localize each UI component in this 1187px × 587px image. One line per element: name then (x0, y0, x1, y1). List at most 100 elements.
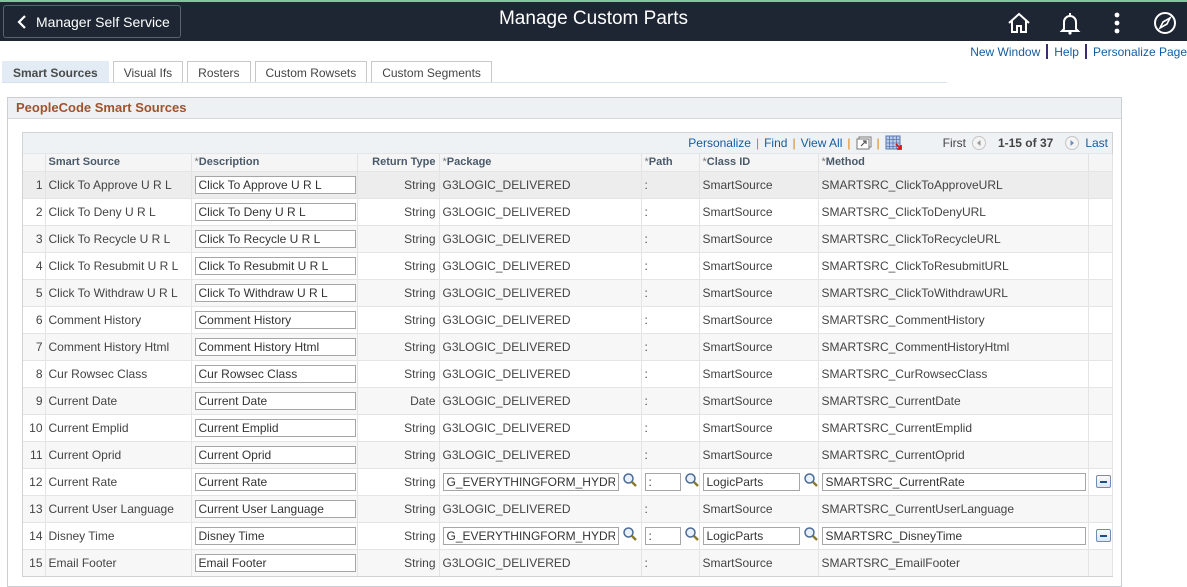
actions-menu-icon[interactable] (1104, 10, 1130, 36)
table-row[interactable]: 10Current Emplid StringG3LOGIC_DELIVERED:… (23, 413, 1113, 441)
description-input[interactable] (194, 553, 356, 572)
row-number: 6 (23, 305, 46, 333)
table-row[interactable]: 14Disney Time String (23, 521, 1113, 549)
method-cell: SMARTSRC_CommentHistory (818, 305, 1089, 333)
magnifying-glass-icon[interactable] (684, 526, 700, 542)
path-input[interactable] (644, 526, 681, 545)
first-page-label[interactable]: First (943, 136, 966, 150)
description-input[interactable] (194, 337, 356, 356)
smart-source-cell: Current Oprid (45, 440, 192, 468)
description-input[interactable] (194, 526, 356, 545)
separator: | (847, 136, 851, 150)
table-row[interactable]: 11Current OpridStringG3LOGIC_DELIVERED:S… (23, 440, 1113, 468)
table-row[interactable]: 6Comment History StringG3LOGIC_DELIVERED:… (23, 305, 1113, 333)
package-input[interactable] (442, 526, 619, 545)
column-header-package: *Package (439, 154, 642, 171)
table-row[interactable]: 13Current User Language StringG3LOGIC_DEL… (23, 494, 1113, 522)
new-window-link[interactable]: New Window (970, 45, 1040, 59)
zoom-grid-icon[interactable] (856, 136, 872, 150)
separator (1084, 44, 1087, 59)
description-input[interactable] (194, 310, 356, 329)
table-row[interactable]: 15Email Footer StringG3LOGIC_DELIVERED:Sm… (23, 548, 1113, 576)
smart-source-cell: Click To Withdraw U R L (45, 278, 192, 306)
description-input[interactable] (194, 391, 356, 410)
class-id-input[interactable] (702, 472, 800, 491)
table-row[interactable]: 3Click To Recycle U R L StringG3LOGIC_DEL… (23, 224, 1113, 252)
package-cell: G3LOGIC_DELIVERED (439, 224, 642, 252)
magnifying-glass-icon[interactable] (622, 526, 638, 542)
tab-visual-ifs[interactable]: Visual Ifs (112, 61, 184, 83)
navbar-compass-icon[interactable] (1152, 10, 1178, 36)
tab-custom-segments[interactable]: Custom Segments (371, 61, 492, 83)
path-cell: : (641, 386, 700, 414)
class-id-cell: SmartSource (699, 197, 819, 225)
tab-custom-rowsets[interactable]: Custom Rowsets (254, 61, 368, 83)
package-cell: G3LOGIC_DELIVERED (439, 332, 642, 360)
method-input[interactable] (821, 526, 1086, 545)
table-row[interactable]: 1Click To Approve U R L StringG3LOGIC_DEL… (23, 170, 1113, 198)
personalize-page-link[interactable]: Personalize Page (1093, 45, 1187, 59)
table-row[interactable]: 8Cur Rowsec Class StringG3LOGIC_DELIVERED… (23, 359, 1113, 387)
row-number: 5 (23, 278, 46, 306)
class-id-cell: SmartSource (699, 494, 819, 522)
delete-row-button[interactable] (1095, 475, 1111, 488)
last-page-link[interactable]: Last (1085, 136, 1108, 150)
class-id-lookup-icon[interactable] (800, 526, 819, 545)
path-lookup-icon[interactable] (681, 526, 700, 545)
next-page-icon[interactable] (1065, 136, 1080, 150)
description-input[interactable] (194, 499, 356, 518)
description-input[interactable] (194, 472, 356, 491)
home-icon[interactable] (1006, 10, 1032, 36)
row-count: 1-15 of 37 (997, 136, 1054, 150)
package-lookup-icon[interactable] (619, 526, 638, 545)
help-link[interactable]: Help (1054, 45, 1079, 59)
previous-page-icon[interactable] (971, 136, 986, 150)
method-input[interactable] (821, 472, 1086, 491)
description-input[interactable] (194, 175, 356, 194)
table-row[interactable]: 4Click To Resubmit U R L StringG3LOGIC_DE… (23, 251, 1113, 279)
delete-row-button[interactable] (1095, 529, 1111, 542)
package-cell (439, 521, 642, 549)
grid-find-link[interactable]: Find (764, 136, 787, 150)
tab-smart-sources[interactable]: Smart Sources (2, 61, 109, 83)
table-row[interactable]: 7Comment History Html StringG3LOGIC_DELIV… (23, 332, 1113, 360)
column-header-actions (1088, 154, 1113, 171)
package-cell: G3LOGIC_DELIVERED (439, 386, 642, 414)
class-id-cell: SmartSource (699, 440, 819, 468)
return-type-cell: String (357, 251, 440, 279)
magnifying-glass-icon[interactable] (803, 472, 819, 488)
description-input[interactable] (194, 256, 356, 275)
description-cell (191, 332, 358, 360)
smart-sources-groupbox: PeopleCode Smart Sources Personalize | F… (7, 97, 1122, 587)
row-number: 8 (23, 359, 46, 387)
description-input[interactable] (194, 229, 356, 248)
grid-personalize-link[interactable]: Personalize (688, 136, 751, 150)
magnifying-glass-icon[interactable] (684, 472, 700, 488)
return-type-cell: String (357, 332, 440, 360)
description-input[interactable] (194, 418, 356, 437)
package-lookup-icon[interactable] (619, 472, 638, 491)
package-input[interactable] (442, 472, 619, 491)
table-row[interactable]: 9Current Date DateG3LOGIC_DELIVERED:Smart… (23, 386, 1113, 414)
description-input[interactable] (194, 445, 356, 464)
actions-cell (1088, 386, 1113, 414)
tab-rosters[interactable]: Rosters (187, 61, 251, 83)
table-row[interactable]: 12Current Rate String (23, 467, 1113, 495)
class-id-input[interactable] (702, 526, 800, 545)
class-id-lookup-icon[interactable] (800, 472, 819, 491)
description-input[interactable] (194, 202, 356, 221)
magnifying-glass-icon[interactable] (803, 526, 819, 542)
description-cell (191, 386, 358, 414)
magnifying-glass-icon[interactable] (622, 472, 638, 488)
download-to-excel-icon[interactable] (885, 135, 903, 151)
header-banner: Manager Self Service Manage Custom Parts (0, 0, 1187, 41)
column-header-class-id: *Class ID (699, 154, 819, 171)
grid-view-all-link[interactable]: View All (801, 136, 843, 150)
description-input[interactable] (194, 283, 356, 302)
notification-bell-icon[interactable] (1057, 10, 1083, 36)
path-input[interactable] (644, 472, 681, 491)
path-lookup-icon[interactable] (681, 472, 700, 491)
table-row[interactable]: 2Click To Deny U R L StringG3LOGIC_DELIVE… (23, 197, 1113, 225)
description-input[interactable] (194, 364, 356, 383)
table-row[interactable]: 5Click To Withdraw U R L StringG3LOGIC_DE… (23, 278, 1113, 306)
